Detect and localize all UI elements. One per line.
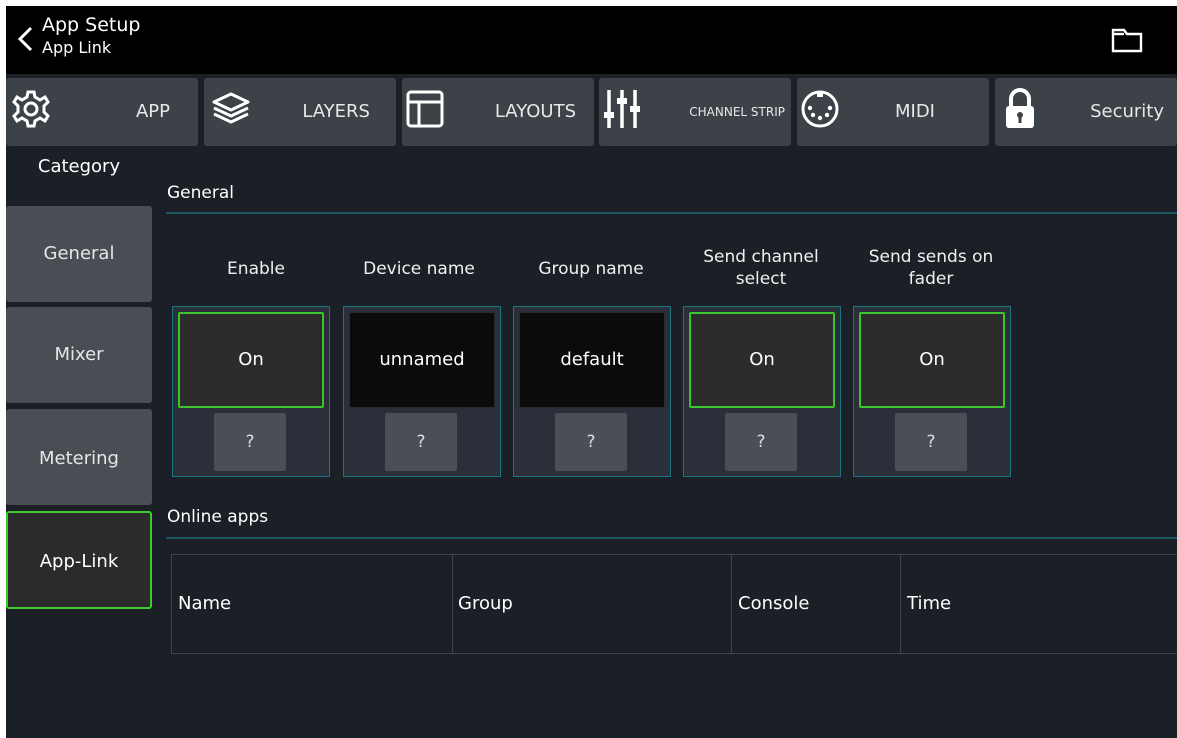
tab-layers-label: LAYERS [302, 101, 370, 122]
help-button[interactable]: ? [214, 413, 286, 471]
column-divider [900, 555, 901, 653]
setting-label-send-sends-on-fader: Send sends on fader [868, 247, 994, 289]
app-window: App Setup App Link APP LAYERS LAYOUTS CH… [6, 6, 1177, 738]
chevron-left-icon[interactable] [12, 22, 38, 56]
tab-app-label: APP [135, 101, 170, 122]
title-bar: App Setup App Link [6, 6, 1177, 74]
setting-label-group-name: Group name [538, 259, 644, 279]
column-header-group: Group [458, 593, 513, 614]
page-subtitle: App Link [42, 38, 112, 57]
help-button[interactable]: ? [725, 413, 797, 471]
sidebar-item-label: General [43, 243, 115, 264]
tab-layers[interactable]: LAYERS [204, 78, 396, 146]
category-heading: Category [37, 156, 121, 177]
column-divider [452, 555, 453, 653]
column-header-name: Name [178, 593, 232, 614]
help-button[interactable]: ? [895, 413, 967, 471]
column-divider [731, 555, 732, 653]
setting-card-group-name: default ? [513, 306, 671, 477]
tab-channel-strip-label: CHANNEL STRIP [689, 105, 785, 119]
tab-security[interactable]: Security [995, 78, 1177, 146]
setting-label-device-name: Device name [363, 259, 475, 279]
tab-midi[interactable]: MIDI [797, 78, 989, 146]
setting-card-enable: On ? [172, 306, 330, 477]
group-name-field[interactable]: default [519, 312, 665, 408]
column-header-console: Console [738, 593, 810, 614]
enable-toggle[interactable]: On [178, 312, 324, 408]
setting-label-enable: Enable [227, 259, 285, 279]
device-name-field[interactable]: unnamed [349, 312, 495, 408]
tab-bar: APP LAYERS LAYOUTS CHANNEL STRIP MIDI Se… [6, 78, 1177, 146]
tab-layouts[interactable]: LAYOUTS [402, 78, 594, 146]
send-sends-on-fader-toggle[interactable]: On [859, 312, 1005, 408]
setting-card-device-name: unnamed ? [343, 306, 501, 477]
faders-icon [604, 90, 640, 128]
send-channel-select-toggle[interactable]: On [689, 312, 835, 408]
tab-midi-label: MIDI [894, 101, 935, 122]
layers-icon [212, 92, 250, 124]
midi-connector-icon [801, 90, 839, 128]
sidebar-item-label: Mixer [54, 344, 104, 365]
tab-app[interactable]: APP [6, 78, 198, 146]
online-apps-divider [166, 537, 1177, 539]
tab-channel-strip[interactable]: CHANNEL STRIP [599, 78, 791, 146]
sidebar-item-mixer[interactable]: Mixer [6, 307, 152, 403]
setting-card-send-sends-on-fader: On ? [853, 306, 1011, 477]
sidebar-item-app-link[interactable]: App-Link [6, 511, 152, 609]
sidebar-item-label: App-Link [39, 551, 119, 572]
folder-icon[interactable] [1110, 26, 1144, 54]
sidebar-item-metering[interactable]: Metering [6, 409, 152, 505]
gear-icon [12, 90, 50, 128]
help-button[interactable]: ? [385, 413, 457, 471]
page-title: App Setup [42, 14, 141, 36]
column-header-time: Time [907, 593, 952, 614]
layout-icon [406, 90, 444, 128]
tab-layouts-label: LAYOUTS [494, 101, 576, 122]
help-button[interactable]: ? [555, 413, 627, 471]
sidebar-item-label: Metering [39, 448, 119, 469]
sidebar-item-general[interactable]: General [6, 206, 152, 302]
general-heading: General [167, 183, 234, 203]
online-apps-table: Name Group Console Time [171, 554, 1177, 654]
tab-security-label: Security [1090, 101, 1164, 122]
setting-label-send-channel-select: Send channel select [703, 247, 819, 289]
setting-card-send-channel-select: On ? [683, 306, 841, 477]
online-apps-heading: Online apps [167, 507, 269, 527]
lock-icon [1006, 88, 1034, 128]
general-divider [166, 212, 1177, 214]
